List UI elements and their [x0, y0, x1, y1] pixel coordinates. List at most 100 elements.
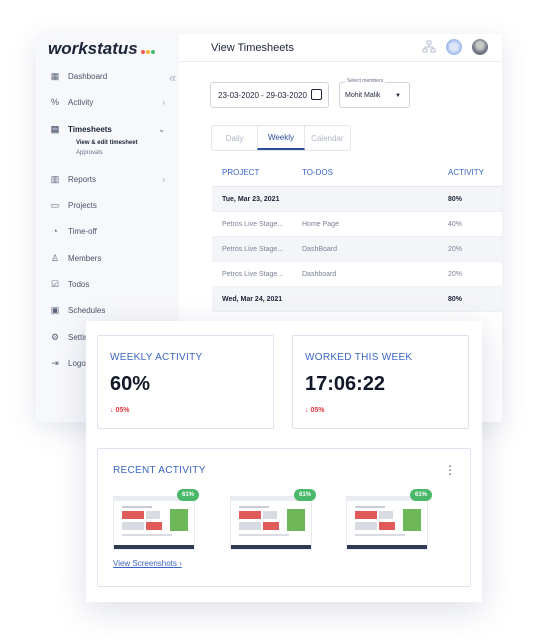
date-cell: Wed, Mar 24, 2021	[222, 295, 283, 303]
activity-cell: 80%	[448, 195, 463, 203]
activity-cell: 80%	[448, 295, 463, 303]
chevron-right-icon: ›	[179, 559, 182, 568]
sidebar-item-label: Dashboard	[68, 71, 108, 81]
todo-cell: Dashboard	[302, 270, 337, 278]
screenshot-image	[230, 496, 312, 550]
chevron-right-icon: ›	[162, 97, 165, 107]
caret-down-icon: ▼	[395, 93, 401, 99]
avatar[interactable]	[472, 39, 488, 55]
logo: workstatus	[48, 39, 155, 59]
view-tabs: Daily Weekly Calendar	[211, 125, 351, 151]
member-select-value: Mohit Malik	[345, 92, 381, 99]
activity-percent-badge: 61%	[177, 489, 199, 501]
topbar: View Timesheets	[179, 34, 502, 62]
sidebar-item-label: Todos	[68, 279, 90, 289]
page-title: View Timesheets	[211, 42, 294, 54]
screenshot-thumbnail[interactable]: 61%	[113, 489, 199, 550]
recent-activity-panel: RECENT ACTIVITY ⋮ 61% 61% 61% View Scree…	[97, 448, 471, 587]
sidebar-item-projects[interactable]: ▭ Projects	[36, 192, 179, 218]
table-row[interactable]: Tue, Mar 23, 2021 80%	[212, 187, 502, 212]
page: workstatus « ▦ Dashboard % Activity › ▤ …	[0, 0, 537, 640]
sidebar-sub-approvals[interactable]: Approvals	[76, 150, 103, 156]
sidebar-item-timesheets[interactable]: ▤ Timesheets ⌄	[36, 116, 179, 142]
table-row[interactable]: Petros Live Stage... Home Page 40%	[212, 212, 502, 237]
sidebar-item-label: Members	[68, 253, 102, 263]
activity-percent-badge: 61%	[294, 489, 316, 501]
view-screenshots-label: View Screenshots	[113, 559, 177, 568]
activity-cell: 40%	[448, 220, 463, 228]
column-header: TO-DOS	[302, 168, 333, 177]
chevron-down-icon: ⌄	[158, 124, 165, 134]
table-header: PROJECT TO-DOS ACTIVITY	[212, 159, 502, 187]
calendar-icon: ▣	[50, 304, 60, 315]
logo-dots	[140, 39, 155, 59]
org-chart-icon[interactable]	[422, 40, 436, 54]
change-value: 05%	[310, 407, 325, 414]
gear-icon: ⚙	[50, 331, 60, 342]
person-icon: ♙	[50, 252, 60, 263]
recent-activity-title: RECENT ACTIVITY	[113, 465, 206, 476]
member-select[interactable]: Select members Mohit Malik ▼	[339, 78, 410, 108]
calendar-icon	[311, 89, 322, 100]
date-cell: Tue, Mar 23, 2021	[222, 195, 280, 203]
sidebar-item-label: Projects	[68, 200, 97, 210]
change-value: 05%	[115, 407, 130, 414]
sidebar-item-todos[interactable]: ☑ Todos	[36, 271, 179, 297]
tab-daily[interactable]: Daily	[212, 126, 257, 150]
project-cell: Petros Live Stage...	[222, 270, 284, 278]
worked-this-week-panel: WORKED THIS WEEK 17:06:22 ↓ 05%	[292, 335, 469, 429]
arrow-down-icon: ↓	[110, 407, 114, 414]
activity-cell: 20%	[448, 245, 463, 253]
worked-this-week-change: ↓ 05%	[305, 407, 324, 414]
table-row[interactable]: Petros Live Stage... Dashboard 20%	[212, 262, 502, 287]
todo-cell: Home Page	[302, 220, 339, 228]
screenshot-thumbnail[interactable]: 61%	[230, 489, 316, 550]
sidebar-item-label: Time-off	[68, 226, 97, 236]
activity-cell: 20%	[448, 270, 463, 278]
column-header: ACTIVITY	[448, 168, 485, 177]
arrow-down-icon: ↓	[305, 407, 309, 414]
timesheet-table: PROJECT TO-DOS ACTIVITY Tue, Mar 23, 202…	[212, 159, 502, 312]
timesheet-icon: ▤	[50, 123, 60, 134]
view-screenshots-link[interactable]: View Screenshots ›	[113, 559, 182, 568]
screenshot-thumbnail[interactable]: 61%	[346, 489, 432, 550]
weekly-activity-change: ↓ 05%	[110, 407, 129, 414]
grid-icon: ▦	[50, 70, 60, 81]
tab-calendar[interactable]: Calendar	[305, 126, 350, 150]
sidebar-item-label: Reports	[68, 174, 97, 184]
globe-icon[interactable]	[446, 39, 462, 55]
screenshot-image	[113, 496, 195, 550]
date-range-picker[interactable]: 23-03-2020 - 29-03-2020	[210, 82, 329, 108]
column-header: PROJECT	[222, 168, 260, 177]
sidebar-item-dashboard[interactable]: ▦ Dashboard	[36, 63, 179, 89]
worked-this-week-value: 17:06:22	[305, 373, 386, 395]
more-options-icon[interactable]: ⋮	[444, 463, 456, 477]
percent-icon: %	[50, 97, 59, 107]
logo-text: workstatus	[48, 39, 138, 58]
sidebar-item-members[interactable]: ♙ Members	[36, 245, 179, 271]
weekly-activity-value: 60%	[110, 373, 151, 395]
folder-icon: ▭	[50, 199, 60, 210]
chevron-right-icon: ›	[162, 174, 165, 184]
sidebar-item-label: Schedules	[68, 305, 106, 315]
sidebar-item-activity[interactable]: % Activity ›	[36, 89, 179, 115]
weekly-activity-title: WEEKLY ACTIVITY	[110, 352, 203, 363]
sidebar-item-label: Timesheets	[68, 124, 112, 134]
todo-cell: DashBoard	[302, 245, 338, 253]
weekly-activity-panel: WEEKLY ACTIVITY 60% ↓ 05%	[97, 335, 274, 429]
sidebar-item-schedules[interactable]: ▣ Schedules	[36, 297, 179, 323]
worked-this-week-title: WORKED THIS WEEK	[305, 352, 413, 363]
todo-icon: ☑	[50, 278, 60, 289]
sidebar-item-time-off[interactable]: ◔ Time-off	[36, 218, 179, 244]
topbar-icons	[422, 39, 488, 55]
table-row[interactable]: Petros Live Stage... DashBoard 20%	[212, 237, 502, 262]
screenshot-image	[346, 496, 428, 550]
tab-weekly[interactable]: Weekly	[257, 126, 305, 150]
clock-icon: ◔	[52, 226, 58, 236]
activity-percent-badge: 61%	[410, 489, 432, 501]
sidebar-item-reports[interactable]: ▥ Reports ›	[36, 166, 179, 192]
date-range-value: 23-03-2020 - 29-03-2020	[218, 90, 307, 100]
project-cell: Petros Live Stage...	[222, 220, 284, 228]
table-row[interactable]: Wed, Mar 24, 2021 80%	[212, 287, 502, 312]
sidebar-sub-view-edit[interactable]: View & edit timesheet	[76, 140, 138, 146]
